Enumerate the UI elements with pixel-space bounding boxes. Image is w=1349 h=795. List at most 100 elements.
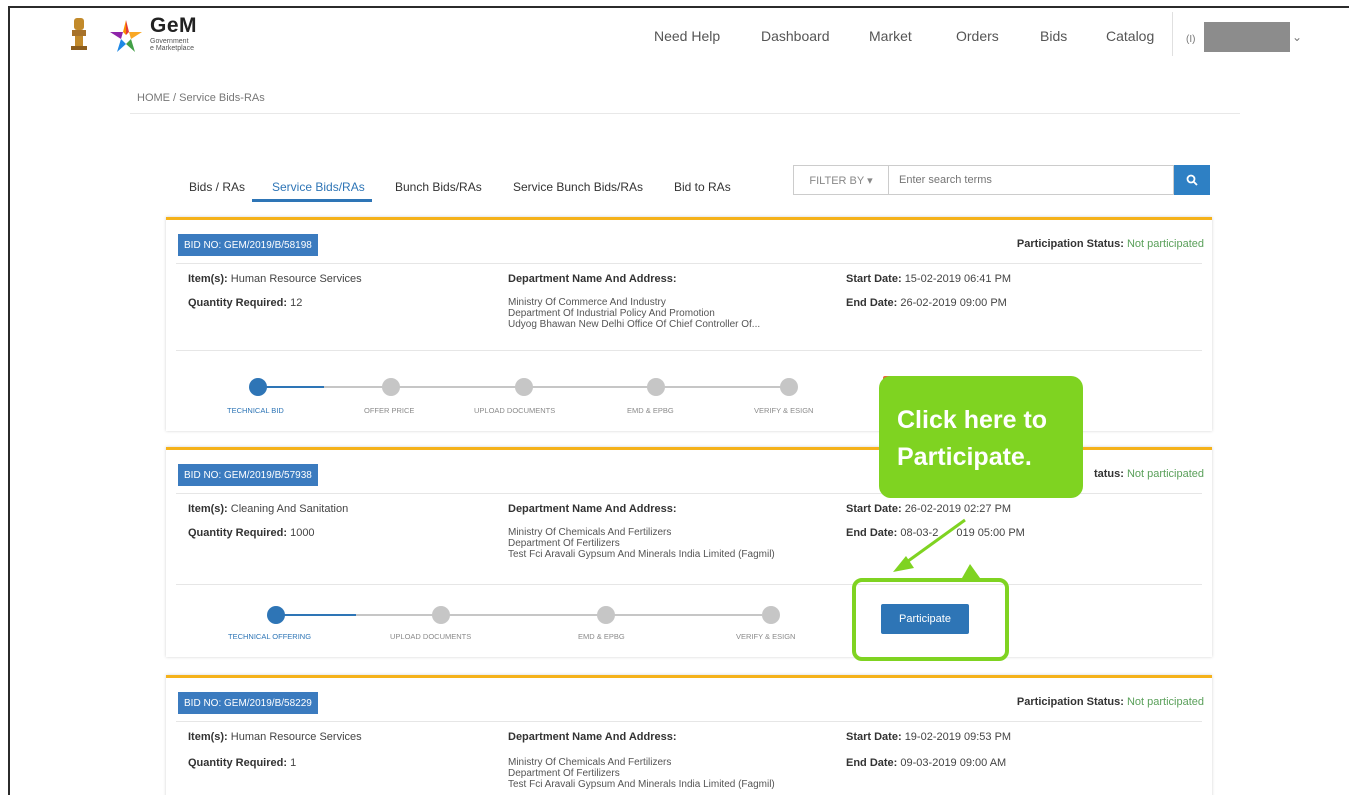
- step-label: UPLOAD DOCUMENTS: [474, 406, 556, 415]
- step-label: TECHNICAL BID: [227, 406, 284, 415]
- department-line: Department Of Fertilizers: [508, 538, 620, 549]
- step-label: OFFER PRICE: [364, 406, 415, 415]
- callout-line-2: Participate.: [897, 443, 1032, 471]
- quantity-field: Quantity Required: 12: [188, 297, 302, 309]
- active-tab-indicator: [252, 199, 372, 202]
- participation-status: tatus: Not participated: [1094, 468, 1204, 480]
- filter-by-dropdown[interactable]: FILTER BY ▾: [793, 165, 889, 195]
- tab-bids-ras[interactable]: Bids / RAs: [189, 180, 245, 194]
- start-date-field: Start Date: 26-02-2019 02:27 PM: [846, 503, 1011, 515]
- department-line: Department Of Industrial Policy And Prom…: [508, 308, 715, 319]
- search-icon: [1186, 174, 1198, 186]
- status-value: Not participated: [1126, 238, 1204, 250]
- end-date-field: End Date: 08-03-2 019 05:00 PM: [846, 527, 1025, 539]
- gem-logo-text[interactable]: GeM Government e Marketplace: [150, 14, 197, 52]
- nav-orders[interactable]: Orders: [956, 28, 999, 44]
- progress-line: [258, 386, 324, 388]
- nav-dashboard[interactable]: Dashboard: [761, 28, 830, 44]
- user-menu-redacted[interactable]: [1204, 22, 1290, 52]
- start-label: Start Date:: [846, 731, 902, 743]
- search-button[interactable]: [1174, 165, 1210, 195]
- items-field: Item(s): Cleaning And Sanitation: [188, 503, 348, 515]
- card-divider: [176, 584, 1202, 585]
- tab-service-bunch-bids-ras[interactable]: Service Bunch Bids/RAs: [513, 180, 643, 194]
- items-value: Human Resource Services: [230, 273, 362, 285]
- step-label: VERIFY & ESIGN: [754, 406, 814, 415]
- department-line: Test Fci Aravali Gypsum And Minerals Ind…: [508, 549, 775, 560]
- department-heading: Department Name And Address:: [508, 273, 677, 285]
- progress-line: [356, 614, 762, 616]
- department-line: Ministry Of Commerce And Industry: [508, 297, 666, 308]
- items-field: Item(s): Human Resource Services: [188, 273, 362, 285]
- search-input[interactable]: [889, 165, 1174, 195]
- items-field: Item(s): Human Resource Services: [188, 731, 362, 743]
- bid-number-badge[interactable]: BID NO: GEM/2019/B/58198: [178, 234, 318, 256]
- tab-bid-to-ras[interactable]: Bid to RAs: [674, 180, 731, 194]
- step-dot: [267, 606, 285, 624]
- step-dot: [647, 378, 665, 396]
- nav-catalog[interactable]: Catalog: [1106, 28, 1154, 44]
- end-value: 08-03-2: [900, 527, 939, 539]
- nav-need-help[interactable]: Need Help: [654, 28, 720, 44]
- breadcrumb-divider: [130, 113, 1240, 114]
- end-date-field: End Date: 09-03-2019 09:00 AM: [846, 757, 1006, 769]
- step-dot: [762, 606, 780, 624]
- quantity-value: 1: [290, 757, 297, 769]
- end-date-field: End Date: 26-02-2019 09:00 PM: [846, 297, 1007, 309]
- nav-market[interactable]: Market: [869, 28, 912, 44]
- quantity-label: Quantity Required:: [188, 757, 288, 769]
- end-value: 019 05:00 PM: [956, 527, 1025, 539]
- logo-subtitle-1: Government: [150, 38, 189, 45]
- end-label: End Date:: [846, 527, 898, 539]
- department-line: Department Of Fertilizers: [508, 768, 620, 779]
- department-line: Ministry Of Chemicals And Fertilizers: [508, 527, 672, 538]
- quantity-field: Quantity Required: 1000: [188, 527, 315, 539]
- bid-number-badge[interactable]: BID NO: GEM/2019/B/58229: [178, 692, 318, 714]
- end-label: End Date:: [846, 757, 898, 769]
- department-heading: Department Name And Address:: [508, 503, 677, 515]
- user-id-icon[interactable]: (I): [1186, 34, 1195, 45]
- nav-bids[interactable]: Bids: [1040, 28, 1067, 44]
- instruction-callout: Click here to Participate.: [879, 376, 1083, 498]
- end-label: End Date:: [846, 297, 898, 309]
- step-label: VERIFY & ESIGN: [736, 632, 796, 641]
- quantity-field: Quantity Required: 1: [188, 757, 296, 769]
- card-divider: [176, 350, 1202, 351]
- department-line: Udyog Bhawan New Delhi Office Of Chief C…: [508, 319, 761, 330]
- department-line: Ministry Of Chemicals And Fertilizers: [508, 757, 672, 768]
- participate-highlight: [852, 578, 1009, 661]
- logo-subtitle-2: e Marketplace: [150, 45, 194, 52]
- status-label: Participation Status:: [1016, 696, 1124, 708]
- status-label: tatus:: [1093, 468, 1124, 480]
- end-value: 26-02-2019 09:00 PM: [900, 297, 1007, 309]
- start-date-field: Start Date: 19-02-2019 09:53 PM: [846, 731, 1011, 743]
- card-divider: [176, 263, 1202, 264]
- participation-status: Participation Status: Not participated: [1017, 696, 1204, 708]
- items-value: Human Resource Services: [230, 731, 362, 743]
- start-value: 15-02-2019 06:41 PM: [904, 273, 1012, 285]
- bid-number-badge[interactable]: BID NO: GEM/2019/B/57938: [178, 464, 318, 486]
- tab-service-bids-ras[interactable]: Service Bids/RAs: [272, 180, 365, 194]
- step-label: EMD & EPBG: [578, 632, 625, 641]
- step-label: TECHNICAL OFFERING: [228, 632, 312, 641]
- quantity-label: Quantity Required:: [188, 527, 288, 539]
- step-dot: [249, 378, 267, 396]
- tab-bunch-bids-ras[interactable]: Bunch Bids/RAs: [395, 180, 482, 194]
- department-heading: Department Name And Address:: [508, 731, 677, 743]
- chevron-down-icon[interactable]: ⌄: [1292, 30, 1302, 44]
- step-label: EMD & EPBG: [627, 406, 674, 415]
- start-label: Start Date:: [846, 273, 902, 285]
- participation-status: Participation Status: Not participated: [1017, 238, 1204, 250]
- department-line: Test Fci Aravali Gypsum And Minerals Ind…: [508, 779, 775, 790]
- breadcrumb: HOME / Service Bids-RAs: [137, 92, 265, 104]
- gem-logo-icon: [110, 20, 142, 52]
- bid-card-3: BID NO: GEM/2019/B/58229 Participation S…: [166, 675, 1212, 795]
- status-value: Not participated: [1126, 468, 1204, 480]
- start-label: Start Date:: [846, 503, 902, 515]
- status-value: Not participated: [1126, 696, 1204, 708]
- end-value: 09-03-2019 09:00 AM: [900, 757, 1007, 769]
- items-label: Item(s):: [188, 503, 228, 515]
- callout-line-1: Click here to: [897, 406, 1048, 434]
- logo-title: GeM: [150, 14, 198, 37]
- step-dot: [515, 378, 533, 396]
